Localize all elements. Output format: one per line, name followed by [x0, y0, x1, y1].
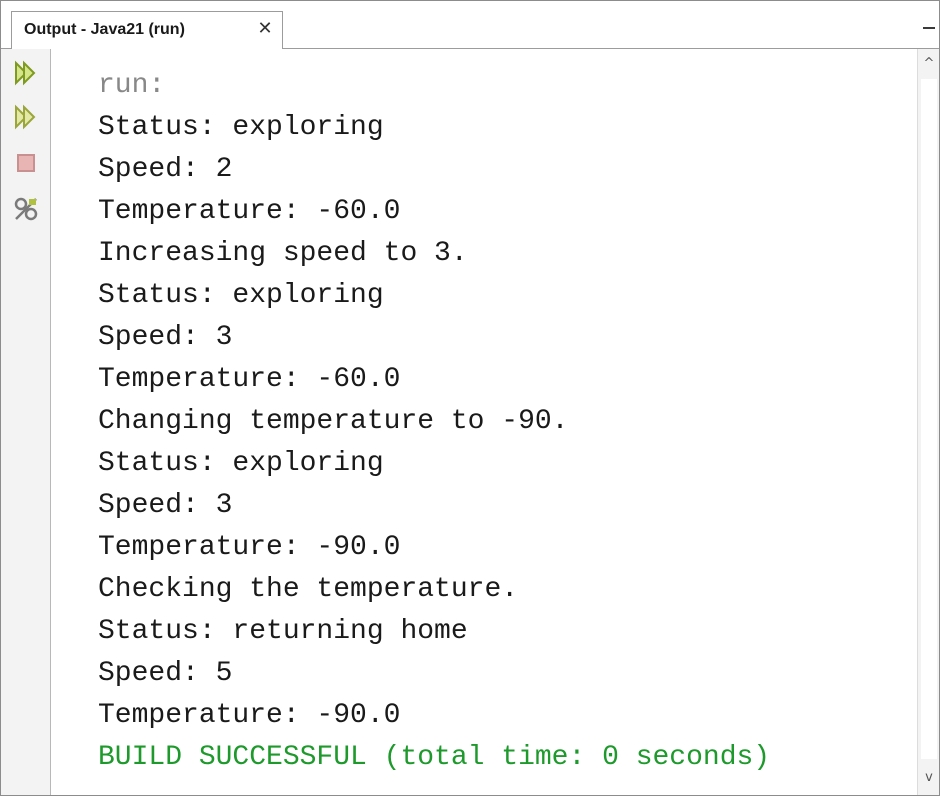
- tab-bar: Output - Java21 (run) ✕: [1, 1, 939, 49]
- output-line: Speed: 3: [98, 490, 233, 521]
- scroll-up-icon[interactable]: ^: [918, 51, 939, 77]
- scroll-down-icon[interactable]: v: [918, 765, 939, 791]
- output-line: Speed: 3: [98, 322, 233, 353]
- rerun-button[interactable]: [12, 59, 40, 87]
- build-status-line: BUILD SUCCESSFUL (total time: 0 seconds): [98, 742, 771, 773]
- output-line: Temperature: -60.0: [98, 364, 401, 395]
- settings-button[interactable]: [12, 195, 40, 223]
- output-line: Speed: 2: [98, 154, 233, 185]
- output-window: Output - Java21 (run) ✕ run: Status: exp…: [0, 0, 940, 796]
- scroll-thumb[interactable]: [921, 79, 937, 759]
- output-line: Changing temperature to -90.: [98, 406, 569, 437]
- output-line: Checking the temperature.: [98, 574, 519, 605]
- output-line: Temperature: -90.0: [98, 532, 401, 563]
- output-line: Temperature: -60.0: [98, 196, 401, 227]
- rerun-with-options-button[interactable]: [12, 103, 40, 131]
- output-line: Speed: 5: [98, 658, 233, 689]
- output-line: Temperature: -90.0: [98, 700, 401, 731]
- rerun-icon: [15, 60, 36, 86]
- settings-icon: [14, 197, 38, 221]
- minimize-icon: [923, 27, 935, 29]
- tab-output-java21[interactable]: Output - Java21 (run) ✕: [11, 11, 283, 49]
- output-toolbar: [1, 49, 51, 795]
- vertical-scrollbar[interactable]: ^ v: [917, 49, 939, 795]
- output-line: Increasing speed to 3.: [98, 238, 468, 269]
- stop-button[interactable]: [12, 149, 40, 177]
- output-console[interactable]: run: Status: exploring Speed: 2 Temperat…: [51, 49, 917, 795]
- close-icon[interactable]: ✕: [254, 16, 276, 42]
- output-line-run: run:: [98, 70, 166, 101]
- output-line: Status: exploring: [98, 112, 384, 143]
- tab-title: Output - Java21 (run): [24, 21, 185, 38]
- minimize-button[interactable]: [917, 15, 939, 37]
- stop-icon: [17, 154, 35, 172]
- rerun-with-options-icon: [15, 104, 36, 130]
- output-line: Status: returning home: [98, 616, 468, 647]
- output-line: Status: exploring: [98, 280, 384, 311]
- output-line: Status: exploring: [98, 448, 384, 479]
